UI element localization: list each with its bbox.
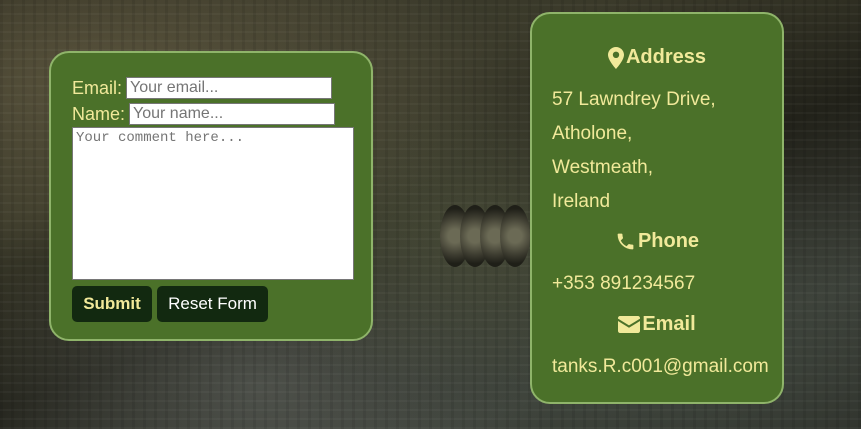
comment-form: Email: Name: Submit Reset Form [49,51,373,341]
envelope-icon [618,316,641,333]
phone-number: +353 891234567 [552,273,696,294]
address-line-4: Ireland [552,191,611,212]
contact-info-card: Address 57 Lawndrey Drive, Atholone, Wes… [530,12,784,404]
comment-textarea[interactable] [72,127,354,280]
phone-heading: Phone [532,230,782,253]
name-input[interactable] [129,103,336,125]
email-input[interactable] [126,77,333,99]
submit-button[interactable]: Submit [72,286,152,322]
address-line-2: Atholone, [552,123,633,144]
map-marker-icon [607,46,624,69]
address-line-1: 57 Lawndrey Drive, [552,89,716,110]
email-label: Email: [72,77,123,98]
reset-form-button[interactable]: Reset Form [157,286,268,322]
name-row: Name: [72,103,336,125]
phone-heading-text: Phone [637,230,700,252]
address-heading: Address [532,46,782,69]
email-heading: Email [532,313,782,336]
email-address: tanks.R.c001@gmail.com [552,356,769,377]
address-line-3: Westmeath, [552,157,654,178]
email-row: Email: [72,77,333,99]
phone-icon [617,233,634,250]
email-heading-text: Email [642,313,696,335]
address-heading-text: Address [625,46,707,68]
name-label: Name: [72,103,126,124]
